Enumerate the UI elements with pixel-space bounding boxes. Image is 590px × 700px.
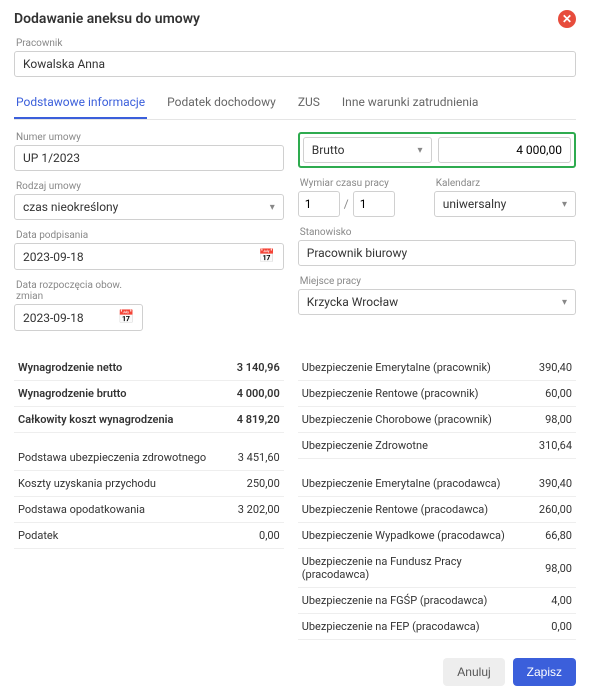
slash-divider: / <box>344 197 349 211</box>
table-row: Wynagrodzenie netto3 140,96 <box>14 355 284 381</box>
salary-summary-table: Wynagrodzenie netto3 140,96 Wynagrodzeni… <box>14 355 284 549</box>
gross-highlight: Brutto <box>298 132 576 168</box>
table-row: Ubezpieczenie Emerytalne (pracownik)390,… <box>298 355 576 381</box>
employee-field[interactable]: Kowalska Anna <box>14 51 576 77</box>
workplace-label: Miejsce pracy <box>298 276 576 287</box>
tab-income-tax[interactable]: Podatek dochodowy <box>165 87 278 119</box>
table-row: Podstawa opodatkowania3 202,00 <box>14 497 284 523</box>
cancel-button[interactable]: Anuluj <box>443 658 504 686</box>
tab-basic-info[interactable]: Podstawowe informacje <box>14 87 147 119</box>
table-row: Koszty uzyskania przychodu250,00 <box>14 471 284 497</box>
contract-type-select[interactable]: czas nieokreślony <box>14 194 284 220</box>
worktime-label: Wymiar czasu pracy <box>298 178 426 189</box>
calendar-icon: 📅 <box>259 249 275 264</box>
tab-other-conditions[interactable]: Inne warunki zatrudnienia <box>340 87 481 119</box>
table-row: Wynagrodzenie brutto4 000,00 <box>14 381 284 407</box>
contract-type-label: Rodzaj umowy <box>14 181 284 192</box>
tabs: Podstawowe informacje Podatek dochodowy … <box>14 87 576 120</box>
gross-amount-input[interactable] <box>438 137 572 163</box>
table-row: Całkowity koszt wynagrodzenia4 819,20 <box>14 407 284 433</box>
start-date-field[interactable]: 2023-09-18 📅 <box>14 304 143 331</box>
position-field[interactable]: Pracownik biurowy <box>298 240 576 266</box>
calendar-select[interactable]: uniwersalny <box>434 191 576 217</box>
workplace-select[interactable]: Krzycka Wrocław <box>298 289 576 315</box>
table-row: Ubezpieczenie Wypadkowe (pracodawca)66,8… <box>298 523 576 549</box>
close-icon[interactable]: ✕ <box>558 10 576 28</box>
table-row: Ubezpieczenie na FGŚP (pracodawca)4,00 <box>298 588 576 614</box>
sign-date-field[interactable]: 2023-09-18 📅 <box>14 243 284 270</box>
table-row: Ubezpieczenie Zdrowotne310,64 <box>298 433 576 459</box>
employee-label: Pracownik <box>14 38 576 49</box>
worktime-denominator[interactable] <box>353 191 395 217</box>
save-button[interactable]: Zapisz <box>513 658 576 686</box>
modal-title: Dodawanie aneksu do umowy <box>14 11 200 27</box>
table-row: Podatek0,00 <box>14 523 284 549</box>
table-row: Ubezpieczenie na Fundusz Pracy (pracodaw… <box>298 549 576 588</box>
position-label: Stanowisko <box>298 227 576 238</box>
worktime-numerator[interactable] <box>298 191 340 217</box>
sign-date-label: Data podpisania <box>14 230 284 241</box>
insurance-summary-table: Ubezpieczenie Emerytalne (pracownik)390,… <box>298 355 576 640</box>
table-row: Ubezpieczenie Rentowe (pracownik)60,00 <box>298 381 576 407</box>
contract-number-field[interactable]: UP 1/2023 <box>14 145 284 171</box>
calendar-icon: 📅 <box>118 310 134 325</box>
contract-number-label: Numer umowy <box>14 132 284 143</box>
calendar-label: Kalendarz <box>434 178 576 189</box>
table-row: Ubezpieczenie Rentowe (pracodawca)260,00 <box>298 497 576 523</box>
table-row: Ubezpieczenie Emerytalne (pracodawca)390… <box>298 471 576 497</box>
tab-zus[interactable]: ZUS <box>296 87 322 119</box>
start-date-label: Data rozpoczęcia obow. zmian <box>14 280 143 302</box>
gross-net-select[interactable]: Brutto <box>303 137 432 163</box>
table-row: Ubezpieczenie Chorobowe (pracownik)98,00 <box>298 407 576 433</box>
table-row: Podstawa ubezpieczenia zdrowotnego3 451,… <box>14 445 284 471</box>
table-row: Ubezpieczenie na FEP (pracodawca)0,00 <box>298 614 576 640</box>
